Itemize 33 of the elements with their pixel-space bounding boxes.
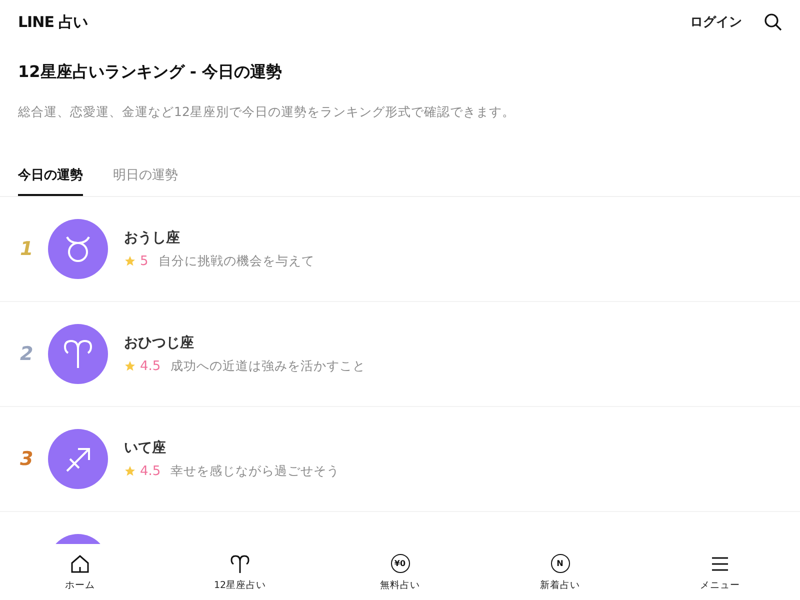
sign-name: いて座 <box>124 438 167 456</box>
aries-sign-icon <box>48 324 108 384</box>
star-icon <box>124 465 136 477</box>
nav-item[interactable]: N 新着占い <box>480 544 640 600</box>
score: 5 <box>140 254 148 268</box>
score: 4.5 <box>140 358 161 374</box>
page-description: 総合運、恋愛運、金運など12星座別で今日の運勢をランキング形式で確認できます。 <box>18 103 516 121</box>
sagittarius-sign-icon <box>48 429 108 489</box>
rank-number: 1 <box>20 238 34 260</box>
nav-item[interactable]: 12星座占い <box>160 544 320 600</box>
login-link[interactable]: ログイン <box>690 13 742 31</box>
tab[interactable]: 今日の運勢 <box>18 166 83 196</box>
nav-item[interactable]: ホーム <box>0 544 160 600</box>
fortune-message: 幸せを感じながら過ごせそう <box>170 462 340 480</box>
sign-name: おうし座 <box>124 228 181 246</box>
logo[interactable]: LINE 占い <box>18 12 88 32</box>
rank-number: 2 <box>20 343 34 365</box>
coin-icon: N <box>550 554 570 573</box>
fortune-message: 自分に挑戦の機会を与えて <box>158 252 314 270</box>
coin-icon: ¥0 <box>390 554 410 573</box>
search-icon <box>764 13 782 31</box>
aries-sign-icon <box>229 552 251 574</box>
star-icon <box>124 360 136 372</box>
nav-item[interactable]: ¥0 無料占い <box>320 544 480 600</box>
star-icon <box>124 255 136 267</box>
taurus-sign-icon <box>48 219 108 279</box>
fortune-message: 成功への近道は強みを活かすこと <box>170 358 366 374</box>
score: 4.5 <box>140 464 161 478</box>
page-title: 12星座占いランキング - 今日の運勢 <box>18 61 284 83</box>
rank-number: 3 <box>20 448 34 470</box>
sign-name: おひつじ座 <box>124 334 195 352</box>
nav-item[interactable]: メニュー <box>640 544 800 600</box>
home-icon <box>69 552 91 574</box>
